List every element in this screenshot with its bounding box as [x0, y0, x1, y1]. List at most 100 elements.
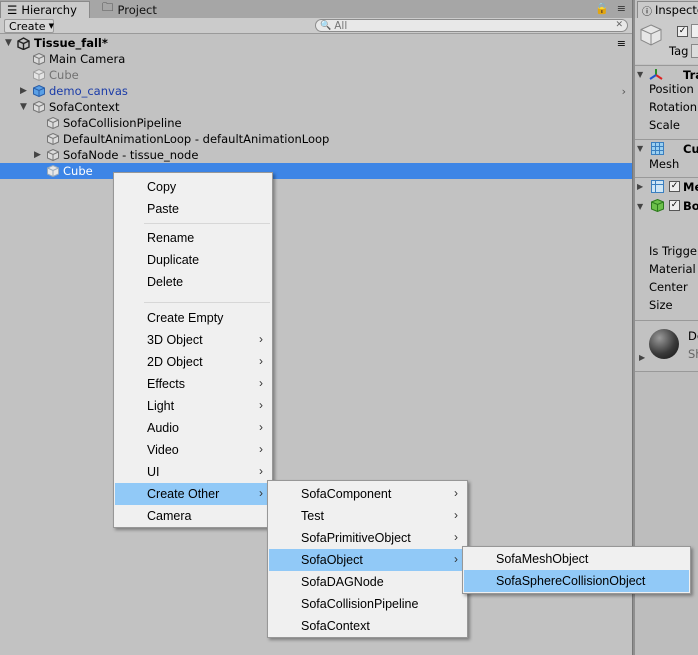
collapse-arrow-icon[interactable]: ▼	[637, 70, 643, 79]
submenu-arrow-icon: ›	[454, 530, 458, 544]
box-collider-component-header[interactable]: ▼ ✓ Box Collider	[635, 197, 698, 215]
scene-name: Tissue_fall*	[34, 36, 108, 50]
shader-label: Shader	[688, 347, 698, 361]
hierarchy-row-cube-selected[interactable]: Cube	[0, 163, 632, 179]
gameobject-cube-icon	[47, 164, 59, 178]
is-trigger-label: Is Trigger	[649, 244, 698, 258]
expand-arrow-icon[interactable]: ▶	[34, 150, 41, 160]
menu-item-2d-object[interactable]: 2D Object ›	[115, 351, 271, 373]
menu-item-create-other[interactable]: Create Other ›	[115, 483, 271, 505]
material-block: ▶ Default-Material Shader	[635, 320, 698, 370]
menu-item-video[interactable]: Video ›	[115, 439, 271, 461]
hierarchy-tab-bar: ☰ Hierarchy 🗀 Project 🔒 ≡	[0, 0, 632, 18]
tab-inspector[interactable]: ⓘ Inspector	[637, 1, 698, 18]
submenu-arrow-icon: ›	[259, 420, 263, 434]
hierarchy-row-sofacontext[interactable]: ▼ SofaContext	[0, 99, 632, 115]
submenu-arrow-icon: ›	[259, 486, 263, 500]
box-collider-icon	[651, 198, 664, 215]
gameobject-cube-icon	[640, 24, 662, 49]
tab-project[interactable]: 🗀 Project	[96, 0, 166, 18]
transform-component-header[interactable]: ▼ Transform	[635, 65, 698, 83]
menu-item-copy[interactable]: Copy	[115, 176, 271, 198]
object-header: ✓ Tag	[635, 18, 698, 64]
menu-item-delete[interactable]: Delete	[115, 271, 271, 293]
menu-item-sofaspherecollisionobject[interactable]: SofaSphereCollisionObject	[464, 570, 689, 592]
submenu-arrow-icon: ›	[454, 486, 458, 500]
hierarchy-row-sofacollisionpipeline[interactable]: SofaCollisionPipeline	[0, 115, 632, 131]
menu-item-audio[interactable]: Audio ›	[115, 417, 271, 439]
prefab-cube-icon	[33, 84, 45, 98]
gameobject-cube-icon	[47, 148, 59, 162]
search-field[interactable]: 🔍 ✕	[315, 19, 628, 32]
hierarchy-toolbar: Create ▼ 🔍 ✕	[0, 18, 632, 34]
hierarchy-row-sofanode[interactable]: ▶ SofaNode - tissue_node	[0, 147, 632, 163]
menu-item-duplicate[interactable]: Duplicate	[115, 249, 271, 271]
hierarchy-row-cube-inactive[interactable]: Cube	[0, 67, 632, 83]
menu-item-test[interactable]: Test ›	[269, 505, 466, 527]
expand-arrow-icon[interactable]: ▶	[637, 182, 643, 191]
gameobject-cube-icon	[47, 132, 59, 146]
menu-item-camera[interactable]: Camera	[115, 505, 271, 527]
menu-item-effects[interactable]: Effects ›	[115, 373, 271, 395]
submenu-arrow-icon: ›	[259, 354, 263, 368]
create-other-submenu: SofaComponent › Test › SofaPrimitiveObject…	[267, 480, 468, 638]
menu-item-sofadagnode[interactable]: SofaDAGNode	[269, 571, 466, 593]
mesh-renderer-component-header[interactable]: ▶ ✓ Mesh Renderer	[635, 177, 698, 195]
menu-separator	[144, 302, 270, 303]
submenu-arrow-icon: ›	[259, 376, 263, 390]
tag-dropdown[interactable]	[691, 44, 698, 58]
menu-item-paste[interactable]: Paste	[115, 198, 271, 220]
hierarchy-row-main-camera[interactable]: Main Camera	[0, 51, 632, 67]
unity-scene-icon	[17, 37, 30, 51]
list-icon: ☰	[7, 3, 18, 17]
menu-item-sofaprimitiveobject[interactable]: SofaPrimitiveObject ›	[269, 527, 466, 549]
chevron-right-icon[interactable]: ›	[622, 85, 626, 98]
context-menu: Copy Paste Rename Duplicate Delete Creat…	[113, 172, 273, 528]
menu-item-rename[interactable]: Rename	[115, 227, 271, 249]
dropdown-arrow-icon: ▼	[48, 22, 54, 30]
sofa-object-submenu: SofaMeshObject SofaSphereCollisionObject	[462, 546, 691, 594]
collapse-arrow-icon[interactable]: ▼	[637, 202, 643, 211]
submenu-arrow-icon: ›	[454, 508, 458, 522]
scene-row[interactable]: ▼ Tissue_fall* ≡	[0, 35, 632, 51]
collapse-arrow-icon[interactable]: ▼	[20, 102, 27, 112]
menu-item-sofacomponent[interactable]: SofaComponent ›	[269, 483, 466, 505]
tab-hierarchy[interactable]: ☰ Hierarchy	[0, 1, 90, 18]
gameobject-cube-icon	[33, 68, 45, 82]
menu-item-create-empty[interactable]: Create Empty	[115, 307, 271, 329]
clear-search-icon[interactable]: ✕	[615, 20, 623, 30]
menu-item-light[interactable]: Light ›	[115, 395, 271, 417]
submenu-arrow-icon: ›	[259, 332, 263, 346]
menu-item-sofacollisionpipeline[interactable]: SofaCollisionPipeline	[269, 593, 466, 615]
hierarchy-row-demo-canvas[interactable]: ▶ demo_canvas ›	[0, 83, 632, 99]
search-input[interactable]	[334, 19, 575, 32]
expand-arrow-icon[interactable]: ▶	[639, 353, 645, 362]
mesh-renderer-enabled-checkbox[interactable]: ✓	[669, 181, 680, 192]
menu-item-sofameshobject[interactable]: SofaMeshObject	[464, 548, 689, 570]
submenu-arrow-icon: ›	[259, 398, 263, 412]
active-checkbox[interactable]: ✓	[677, 26, 688, 37]
create-dropdown-button[interactable]: Create ▼	[4, 19, 54, 33]
menu-item-sofacontext[interactable]: SofaContext	[269, 615, 466, 637]
scene-menu-icon[interactable]: ≡	[617, 37, 626, 50]
hierarchy-row-defaultanimationloop[interactable]: DefaultAnimationLoop - defaultAnimationL…	[0, 131, 632, 147]
lock-icon[interactable]: 🔒	[595, 2, 609, 15]
collapse-arrow-icon[interactable]: ▼	[637, 144, 643, 153]
box-collider-enabled-checkbox[interactable]: ✓	[669, 200, 680, 211]
submenu-arrow-icon: ›	[259, 442, 263, 456]
size-label: Size	[649, 298, 673, 312]
mesh-renderer-icon	[651, 180, 664, 196]
submenu-arrow-icon: ›	[454, 552, 458, 566]
menu-separator	[144, 223, 270, 224]
menu-item-ui[interactable]: UI ›	[115, 461, 271, 483]
expand-arrow-icon[interactable]: ▶	[20, 86, 27, 96]
menu-item-sofaobject[interactable]: SofaObject ›	[269, 549, 466, 571]
panel-menu-icon[interactable]: ≡	[617, 2, 626, 15]
mesh-filter-component-header[interactable]: ▼ Cube	[635, 139, 698, 157]
position-label: Position	[649, 82, 694, 96]
name-field[interactable]	[691, 24, 698, 38]
submenu-arrow-icon: ›	[259, 464, 263, 478]
search-icon: 🔍	[320, 20, 332, 31]
expand-arrow-icon[interactable]: ▼	[5, 38, 12, 48]
menu-item-3d-object[interactable]: 3D Object ›	[115, 329, 271, 351]
